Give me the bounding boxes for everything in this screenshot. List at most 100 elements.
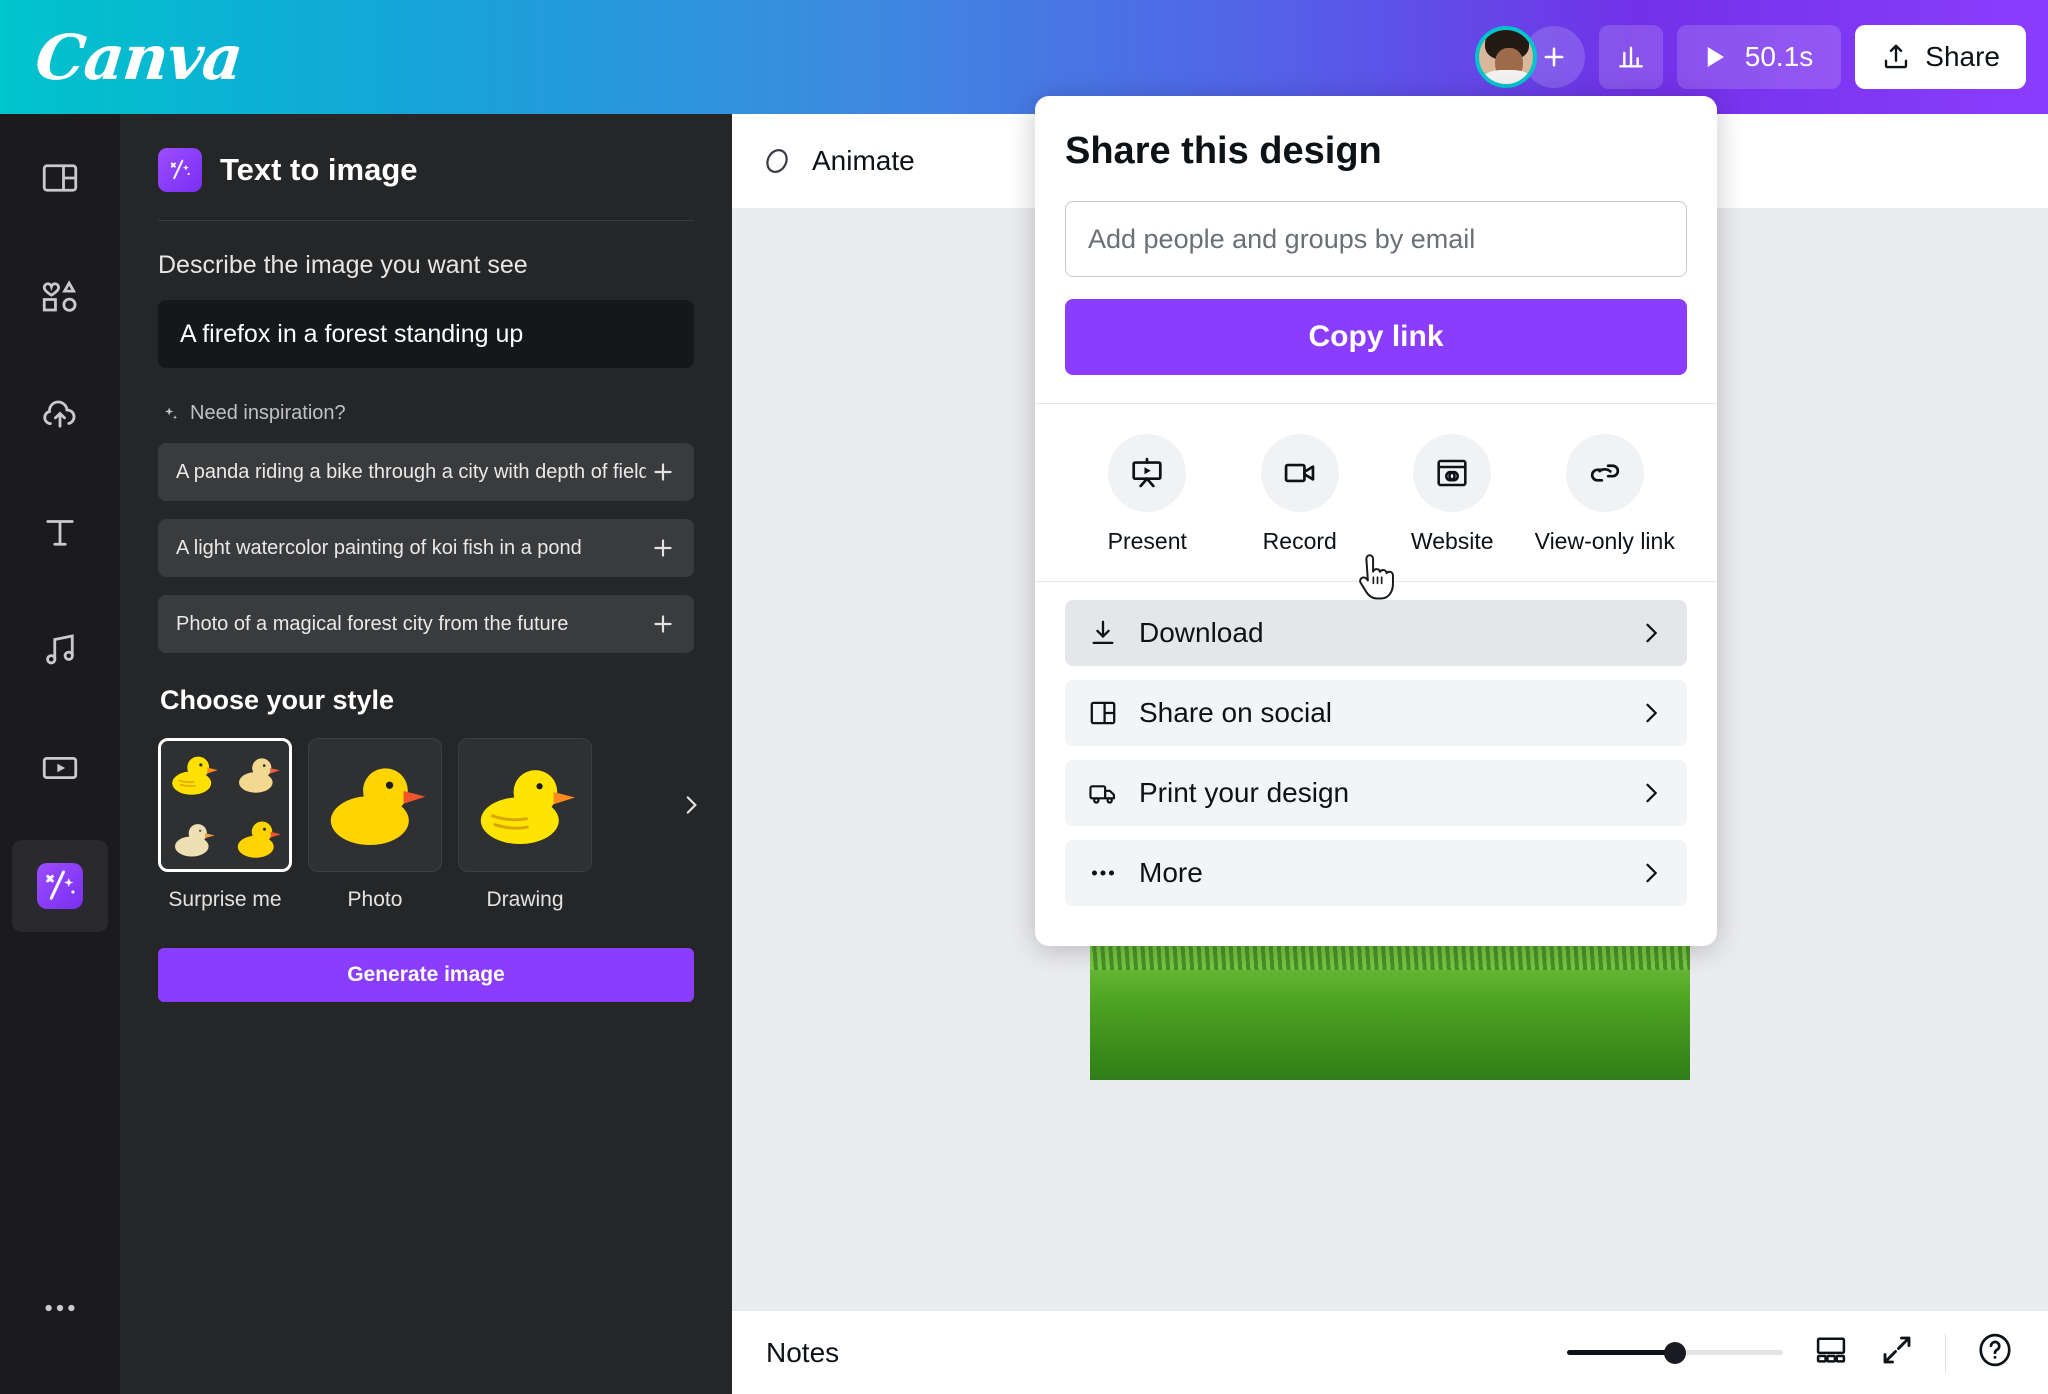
grid-view-button[interactable]	[1813, 1332, 1849, 1373]
plus-icon	[654, 463, 672, 481]
style-label: Drawing	[486, 888, 564, 911]
quick-action-view-only-link[interactable]: View-only link	[1530, 434, 1680, 555]
ellipsis-icon	[1087, 857, 1133, 889]
divider	[1945, 1333, 1946, 1372]
share-menu-item-more[interactable]: More	[1065, 840, 1687, 906]
suggestion-chip[interactable]: A panda riding a bike through a city wit…	[158, 443, 694, 501]
quick-action-label: Present	[1107, 528, 1187, 554]
share-popover: Share this design Add people and groups …	[1035, 96, 1717, 946]
design-duration: 50.1s	[1744, 41, 1814, 72]
fullscreen-button[interactable]	[1879, 1332, 1915, 1373]
share-menu-item-download[interactable]: Download	[1065, 600, 1687, 666]
canva-editor-window: Canva 50.1s Share Text to image Describe…	[0, 0, 2048, 1394]
share-menu-label: Download	[1139, 617, 1264, 648]
social-panels-icon	[1087, 697, 1133, 729]
insights-button[interactable]	[1598, 25, 1663, 89]
sidebar-item-apps[interactable]	[12, 840, 108, 932]
sidebar-item-text[interactable]	[12, 486, 108, 578]
sidebar-item-more[interactable]	[12, 1262, 108, 1354]
share-email-input[interactable]: Add people and groups by email	[1065, 201, 1687, 277]
download-icon	[1087, 617, 1133, 649]
quick-action-website[interactable]: Website	[1377, 434, 1527, 555]
play-icon	[1707, 47, 1724, 67]
style-option-photo[interactable]: Photo	[308, 738, 442, 912]
sparkles-icon	[165, 406, 178, 419]
add-suggestion-button[interactable]	[646, 455, 680, 489]
upload-share-icon	[1885, 44, 1908, 69]
prompt-label: Describe the image you want see	[158, 251, 528, 279]
copy-link-button[interactable]: Copy link	[1065, 299, 1687, 375]
avatar[interactable]	[1474, 26, 1537, 88]
editor-bottom-bar: Notes	[732, 1310, 2048, 1394]
chevron-right-icon	[1637, 699, 1665, 727]
share-button-label: Share	[1925, 41, 2000, 72]
prompt-input[interactable]: A firefox in a forest standing up	[158, 300, 694, 368]
grass-foreground	[1090, 940, 1690, 1080]
bar-chart-icon	[1618, 46, 1643, 68]
style-label: Photo	[347, 888, 403, 911]
animate-button[interactable]: Animate	[760, 144, 915, 178]
style-thumbnail[interactable]	[308, 738, 442, 872]
duck-photo-icon	[330, 768, 426, 846]
sidebar-item-uploads[interactable]	[12, 368, 108, 460]
preview-play-button[interactable]: 50.1s	[1676, 25, 1842, 89]
panel-header: Text to image	[158, 148, 694, 192]
style-option-drawing[interactable]: Drawing	[458, 738, 592, 912]
inspiration-header: Need inspiration?	[160, 402, 694, 425]
share-menu-label: Share on social	[1139, 697, 1333, 728]
style-carousel: Surprise me Photo Drawing	[158, 738, 697, 912]
share-menu-item-print-your-design[interactable]: Print your design	[1065, 760, 1687, 826]
suggestion-text: A light watercolor painting of koi fish …	[176, 536, 582, 559]
magic-wand-app-icon	[158, 148, 202, 192]
plus-icon	[1544, 47, 1564, 67]
share-button[interactable]: Share	[1855, 25, 2026, 89]
duck-icon	[237, 821, 281, 858]
plus-icon	[654, 539, 672, 557]
add-suggestion-button[interactable]	[646, 531, 680, 565]
page-title: Text to image	[220, 152, 418, 187]
magic-wand-app-icon	[37, 863, 83, 909]
carousel-next-button[interactable]	[670, 784, 712, 826]
style-option-surprise-me[interactable]: Surprise me	[158, 738, 292, 912]
chevron-right-icon	[1637, 779, 1665, 807]
text-t-icon	[46, 520, 74, 546]
divider	[158, 220, 694, 221]
share-popover-title: Share this design	[1065, 130, 1382, 172]
plus-icon	[654, 615, 672, 633]
mouse-cursor	[1352, 552, 1396, 604]
duck-icon	[239, 757, 280, 793]
duck-grid	[161, 741, 289, 869]
delivery-truck-icon	[1087, 777, 1133, 809]
share-menu-item-share-on-social[interactable]: Share on social	[1065, 680, 1687, 746]
quick-action-record[interactable]: Record	[1225, 434, 1375, 555]
sidebar-item-elements[interactable]	[12, 250, 108, 342]
quick-action-label: View-only link	[1534, 528, 1675, 554]
zoom-slider[interactable]	[1567, 1341, 1783, 1364]
music-note-icon	[46, 634, 74, 665]
animate-label: Animate	[812, 145, 915, 176]
duck-icon	[172, 756, 218, 795]
generate-image-button[interactable]: Generate image	[158, 948, 694, 1002]
style-heading: Choose your style	[160, 685, 395, 715]
duck-drawing-icon	[480, 770, 575, 844]
suggestion-chip[interactable]: Photo of a magical forest city from the …	[158, 595, 694, 653]
sidebar-item-design[interactable]	[12, 132, 108, 224]
layout-icon	[42, 164, 78, 192]
sidebar-item-audio[interactable]	[12, 604, 108, 696]
animate-icon	[766, 148, 788, 174]
quick-action-present[interactable]: Present	[1072, 434, 1222, 555]
suggestion-chip[interactable]: A light watercolor painting of koi fish …	[158, 519, 694, 577]
sidebar-item-videos[interactable]	[12, 722, 108, 814]
style-thumbnail[interactable]	[458, 738, 592, 872]
top-bar: Canva 50.1s Share	[0, 0, 2048, 114]
suggestion-text: A panda riding a bike through a city wit…	[176, 460, 646, 483]
collaborators-group	[1474, 26, 1585, 88]
style-thumbnail[interactable]	[158, 738, 292, 872]
expand-icon	[1883, 1336, 1911, 1364]
help-button[interactable]	[1976, 1331, 2014, 1374]
canva-logo[interactable]: Canva	[32, 21, 245, 94]
chevron-right-icon	[1637, 619, 1665, 647]
notes-button[interactable]: Notes	[766, 1337, 839, 1369]
add-suggestion-button[interactable]	[646, 607, 680, 641]
quick-action-label: Website	[1410, 528, 1494, 554]
